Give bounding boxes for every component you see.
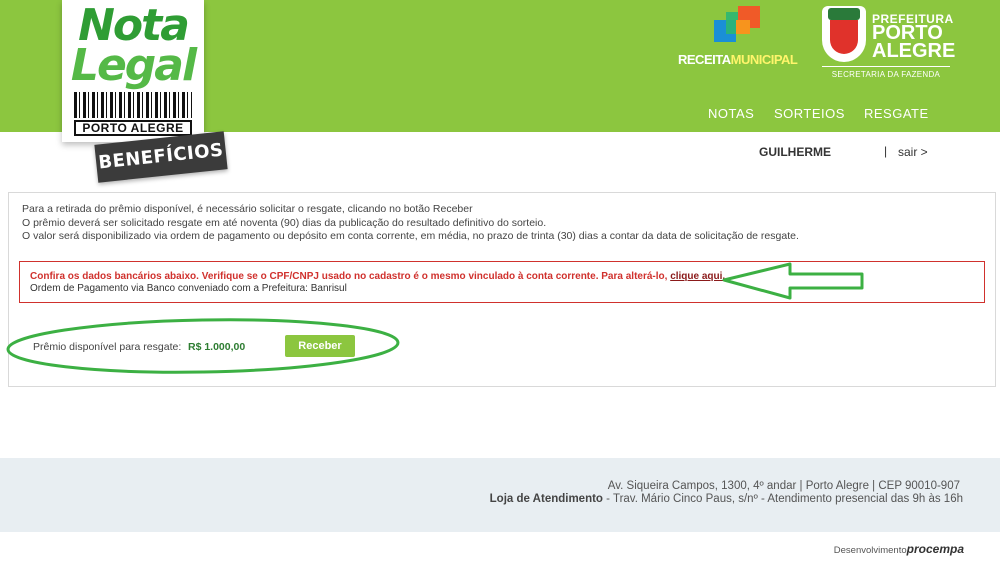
logo-line-legal: Legal bbox=[70, 40, 197, 91]
change-cpf-link[interactable]: clique aqui. bbox=[670, 271, 725, 282]
prize-value: R$ 1.000,00 bbox=[188, 341, 246, 353]
receita-municipal-logo: RECEITAMUNICIPAL bbox=[678, 6, 806, 72]
info-line: O prêmio deverá ser solicitado resgate e… bbox=[22, 216, 547, 229]
user-name: GUILHERME bbox=[759, 145, 831, 159]
main-nav: NOTAS SORTEIOS RESGATE bbox=[0, 106, 1000, 122]
prize-label: Prêmio disponível para resgate: bbox=[33, 341, 182, 353]
footer: Av. Siqueira Campos, 1300, 4º andar | Po… bbox=[0, 458, 1000, 532]
redeem-panel: Para a retirada do prêmio disponível, é … bbox=[8, 192, 996, 387]
squares-icon bbox=[714, 6, 770, 46]
info-text: Para a retirada do prêmio disponível, é … bbox=[22, 203, 799, 244]
footer-address: Av. Siqueira Campos, 1300, 4º andar | Po… bbox=[607, 480, 960, 492]
bank-alert: Confira os dados bancários abaixo. Verif… bbox=[19, 261, 985, 303]
info-line: Para a retirada do prêmio disponível, é … bbox=[22, 203, 473, 215]
alert-payment-method: Ordem de Pagamento via Banco conveniado … bbox=[30, 283, 347, 294]
prefeitura-rule bbox=[822, 66, 950, 67]
info-line: O valor será disponibilizado via ordem d… bbox=[22, 230, 799, 242]
procempa-logo: procempa bbox=[906, 542, 964, 556]
prefeitura-line3: ALEGRE bbox=[872, 40, 956, 62]
prefeitura-logo: PREFEITURA PORTO ALEGRE SECRETARIA DA FA… bbox=[818, 6, 955, 82]
receita-municipal-text: RECEITAMUNICIPAL bbox=[678, 52, 798, 67]
crest-icon bbox=[822, 6, 866, 62]
developer-credit[interactable]: Desenvolvimentoprocempa bbox=[834, 542, 964, 556]
alert-message: Confira os dados bancários abaixo. Verif… bbox=[30, 271, 726, 282]
user-separator: | bbox=[884, 144, 888, 158]
nav-item-notas[interactable]: NOTAS bbox=[708, 106, 754, 121]
logo-city: PORTO ALEGRE bbox=[74, 120, 192, 136]
nav-item-sorteios[interactable]: SORTEIOS bbox=[774, 106, 845, 121]
footer-store: Loja de Atendimento - Trav. Mário Cinco … bbox=[489, 493, 963, 505]
prefeitura-sub: SECRETARIA DA FAZENDA bbox=[831, 70, 941, 79]
receive-button[interactable]: Receber bbox=[285, 335, 355, 357]
logout-link[interactable]: sair > bbox=[898, 145, 928, 159]
nav-item-resgate[interactable]: RESGATE bbox=[864, 106, 929, 121]
